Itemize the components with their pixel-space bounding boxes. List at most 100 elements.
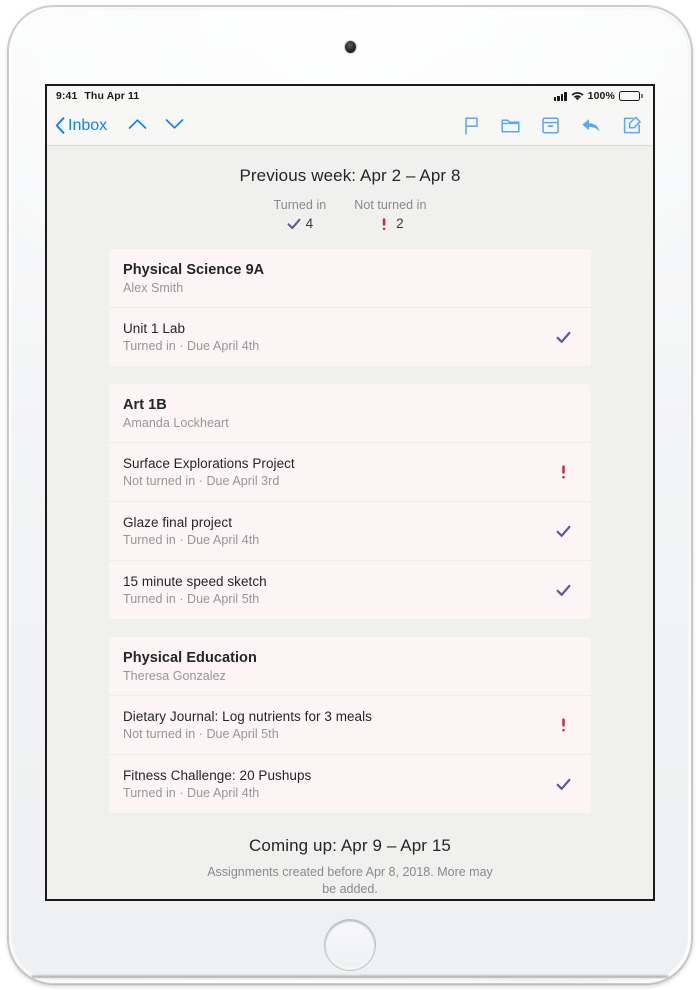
assignment-meta: Turned in · Due April 4th (123, 533, 260, 547)
course-header: Physical Science 9A Alex Smith (109, 249, 591, 307)
checkmark-icon (556, 778, 570, 790)
summary-not-turned-in-count: 2 (396, 216, 404, 231)
toolbar-left-group: Inbox (55, 117, 193, 135)
assignment-text: Surface Explorations Project Not turned … (123, 456, 555, 488)
compose-icon (623, 116, 641, 134)
summary-not-turned-in-label: Not turned in (354, 198, 427, 212)
assignment-meta: Turned in · Due April 4th (123, 339, 260, 353)
assignment-text: Dietary Journal: Log nutrients for 3 mea… (123, 709, 555, 741)
mail-toolbar: Inbox (47, 106, 653, 146)
course-card[interactable]: Art 1B Amanda Lockheart Surface Explorat… (109, 384, 591, 619)
course-header: Physical Education Theresa Gonzalez (109, 637, 591, 695)
previous-message-button[interactable] (119, 117, 156, 135)
checkmark-icon (556, 525, 570, 537)
compose-button[interactable] (612, 116, 642, 135)
assignment-row[interactable]: Unit 1 Lab Turned in · Due April 4th (109, 307, 591, 366)
next-message-button[interactable] (156, 117, 193, 135)
archive-button[interactable] (531, 117, 570, 134)
battery-percent-label: 100% (587, 90, 615, 102)
status-time: 9:41 (56, 90, 78, 102)
assignment-status (555, 463, 571, 481)
screen-bezel: 9:41 Thu Apr 11 100% Inbox Previous week… (45, 84, 655, 901)
wifi-icon (571, 92, 584, 101)
summary-turned-in-value-group: 4 (273, 216, 326, 231)
summary-turned-in-label: Turned in (273, 198, 327, 212)
assignment-text: Fitness Challenge: 20 Pushups Turned in … (123, 768, 555, 800)
reply-arrow-icon (582, 119, 600, 132)
course-list: Physical Science 9A Alex Smith Unit 1 La… (47, 249, 653, 813)
back-button-label: Inbox (68, 116, 108, 134)
footer: Coming up: Apr 9 – Apr 15 Assignments cr… (47, 831, 653, 898)
assignment-meta: Turned in · Due April 4th (123, 786, 260, 800)
assignment-status (555, 716, 571, 734)
email-body-content: Previous week: Apr 2 – Apr 8 Turned in 4… (47, 146, 653, 898)
chevron-down-icon (165, 118, 184, 129)
assignment-row[interactable]: Glaze final project Turned in · Due Apri… (109, 501, 591, 560)
exclamation-icon (382, 217, 386, 230)
checkmark-icon (287, 218, 301, 229)
exclamation-icon (561, 465, 565, 479)
assignment-title: 15 minute speed sketch (123, 574, 267, 589)
course-card[interactable]: Physical Science 9A Alex Smith Unit 1 La… (109, 249, 591, 366)
chevron-up-icon (128, 118, 147, 129)
assignment-status (555, 524, 571, 539)
status-bar-right: 100% (554, 90, 643, 102)
course-name: Art 1B (123, 397, 167, 413)
assignment-row[interactable]: Fitness Challenge: 20 Pushups Turned in … (109, 754, 591, 813)
course-name: Physical Education (123, 650, 257, 666)
summary-not-turned-in-value-group: 2 (354, 216, 426, 231)
assignment-meta: Not turned in · Due April 5th (123, 727, 279, 741)
course-name: Physical Science 9A (123, 262, 265, 278)
course-teacher: Alex Smith (123, 281, 184, 295)
flag-icon (465, 116, 478, 135)
course-teacher: Theresa Gonzalez (123, 669, 226, 683)
status-bar: 9:41 Thu Apr 11 100% (47, 86, 653, 106)
status-bar-left: 9:41 Thu Apr 11 (56, 90, 139, 102)
checkmark-icon (556, 331, 570, 343)
assignment-title: Glaze final project (123, 515, 233, 530)
assignment-title: Surface Explorations Project (123, 456, 295, 471)
assignment-title: Unit 1 Lab (123, 321, 186, 336)
assignment-title: Fitness Challenge: 20 Pushups (123, 768, 312, 783)
assignment-status (555, 777, 571, 792)
assignment-status (555, 330, 571, 345)
folder-icon (501, 119, 520, 133)
summary-row: Turned in 4 Not turned in 2 (47, 198, 653, 231)
toolbar-right-group (453, 116, 642, 135)
assignment-row[interactable]: 15 minute speed sketch Turned in · Due A… (109, 560, 591, 619)
move-to-folder-button[interactable] (490, 117, 531, 134)
exclamation-icon (561, 718, 565, 732)
flag-button[interactable] (453, 116, 490, 135)
week-header: Previous week: Apr 2 – Apr 8 Turned in 4… (47, 146, 653, 231)
assignment-title: Dietary Journal: Log nutrients for 3 mea… (123, 709, 372, 724)
course-card[interactable]: Physical Education Theresa Gonzalez Diet… (109, 637, 591, 813)
battery-full-icon (618, 91, 643, 101)
status-date: Thu Apr 11 (84, 90, 140, 102)
assignment-row[interactable]: Surface Explorations Project Not turned … (109, 442, 591, 501)
cellular-signal-icon (554, 92, 567, 101)
reply-button[interactable] (570, 117, 612, 134)
device-bottom-edge (31, 974, 669, 979)
chevron-left-icon (55, 117, 65, 134)
assignment-text: Glaze final project Turned in · Due Apri… (123, 515, 555, 547)
week-title: Previous week: Apr 2 – Apr 8 (239, 166, 461, 185)
summary-turned-in-count: 4 (305, 216, 314, 231)
footer-title: Coming up: Apr 9 – Apr 15 (249, 836, 451, 855)
summary-turned-in: Turned in 4 (273, 198, 326, 231)
archive-box-icon (542, 117, 559, 134)
checkmark-icon (556, 584, 570, 596)
assignment-text: Unit 1 Lab Turned in · Due April 4th (123, 321, 555, 353)
back-to-inbox-button[interactable]: Inbox (55, 117, 119, 135)
footer-note: Assignments created before Apr 8, 2018. … (207, 865, 493, 896)
course-teacher: Amanda Lockheart (123, 416, 229, 430)
summary-not-turned-in: Not turned in 2 (354, 198, 426, 231)
course-header: Art 1B Amanda Lockheart (109, 384, 591, 442)
assignment-meta: Not turned in · Due April 3rd (123, 474, 280, 488)
device-screen: 9:41 Thu Apr 11 100% Inbox Previous week… (47, 86, 653, 899)
assignment-row[interactable]: Dietary Journal: Log nutrients for 3 mea… (109, 695, 591, 754)
assignment-meta: Turned in · Due April 5th (123, 592, 260, 606)
assignment-status (555, 583, 571, 598)
home-button[interactable] (325, 920, 375, 970)
assignment-text: 15 minute speed sketch Turned in · Due A… (123, 574, 555, 606)
front-camera (345, 41, 356, 53)
